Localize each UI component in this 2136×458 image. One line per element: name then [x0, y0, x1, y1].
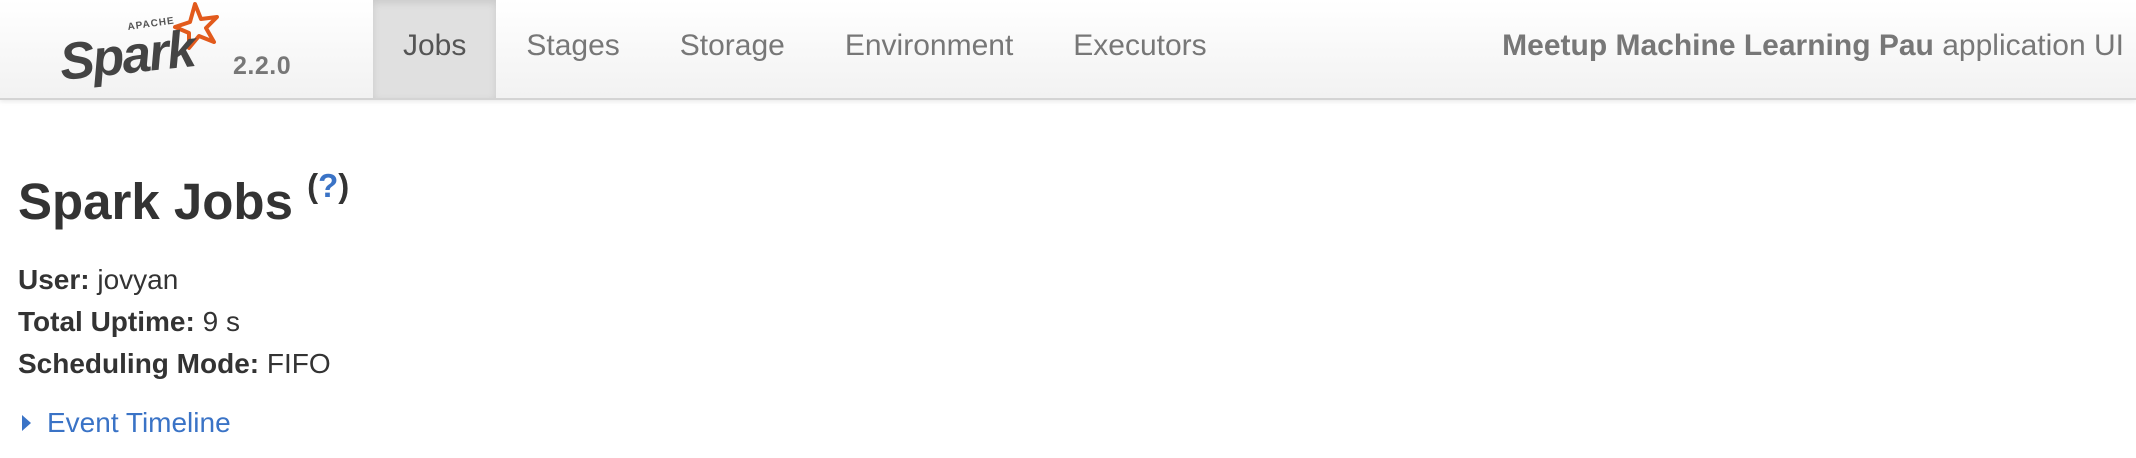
- event-timeline-toggle[interactable]: Event Timeline: [22, 403, 231, 443]
- uptime-label: Total Uptime:: [18, 306, 195, 337]
- tab-storage[interactable]: Storage: [650, 0, 815, 98]
- spark-logo: APACHE Spark: [58, 2, 219, 92]
- help-paren-open: (: [307, 167, 319, 204]
- summary-user: User: jovyan: [18, 259, 331, 301]
- help-tooltip: (?): [307, 167, 349, 204]
- help-link[interactable]: ?: [318, 167, 338, 204]
- nav-tabs: Jobs Stages Storage Environment Executor…: [373, 0, 1237, 98]
- uptime-value: 9 s: [202, 306, 240, 337]
- spark-logo-link[interactable]: APACHE Spark 2.2.0: [58, 0, 308, 98]
- application-name: Meetup Machine Learning Pau: [1502, 29, 1934, 62]
- application-title: Meetup Machine Learning Pau application …: [1502, 0, 2124, 98]
- tab-stages[interactable]: Stages: [496, 0, 649, 98]
- tab-executors[interactable]: Executors: [1043, 0, 1236, 98]
- help-paren-close: ): [338, 167, 350, 204]
- user-value: jovyan: [97, 264, 179, 295]
- event-timeline-link[interactable]: Event Timeline: [47, 407, 231, 438]
- user-label: User:: [18, 264, 90, 295]
- top-navbar: APACHE Spark 2.2.0 Jobs Stages Storage E…: [0, 0, 2136, 100]
- tab-jobs[interactable]: Jobs: [373, 0, 497, 98]
- caret-right-icon: [22, 414, 31, 431]
- spark-version: 2.2.0: [233, 52, 292, 80]
- tab-environment[interactable]: Environment: [815, 0, 1043, 98]
- logo-spark-text: Spark: [58, 20, 202, 92]
- summary-total-uptime: Total Uptime: 9 s: [18, 301, 331, 343]
- scheduling-value: FIFO: [266, 348, 331, 379]
- job-summary-list: User: jovyan Total Uptime: 9 s Schedulin…: [18, 259, 331, 385]
- page-title-text: Spark Jobs: [18, 173, 293, 230]
- summary-scheduling-mode: Scheduling Mode: FIFO: [18, 343, 331, 385]
- scheduling-label: Scheduling Mode:: [18, 348, 260, 379]
- page-title: Spark Jobs (?): [18, 160, 349, 232]
- application-suffix: application UI: [1942, 29, 2124, 62]
